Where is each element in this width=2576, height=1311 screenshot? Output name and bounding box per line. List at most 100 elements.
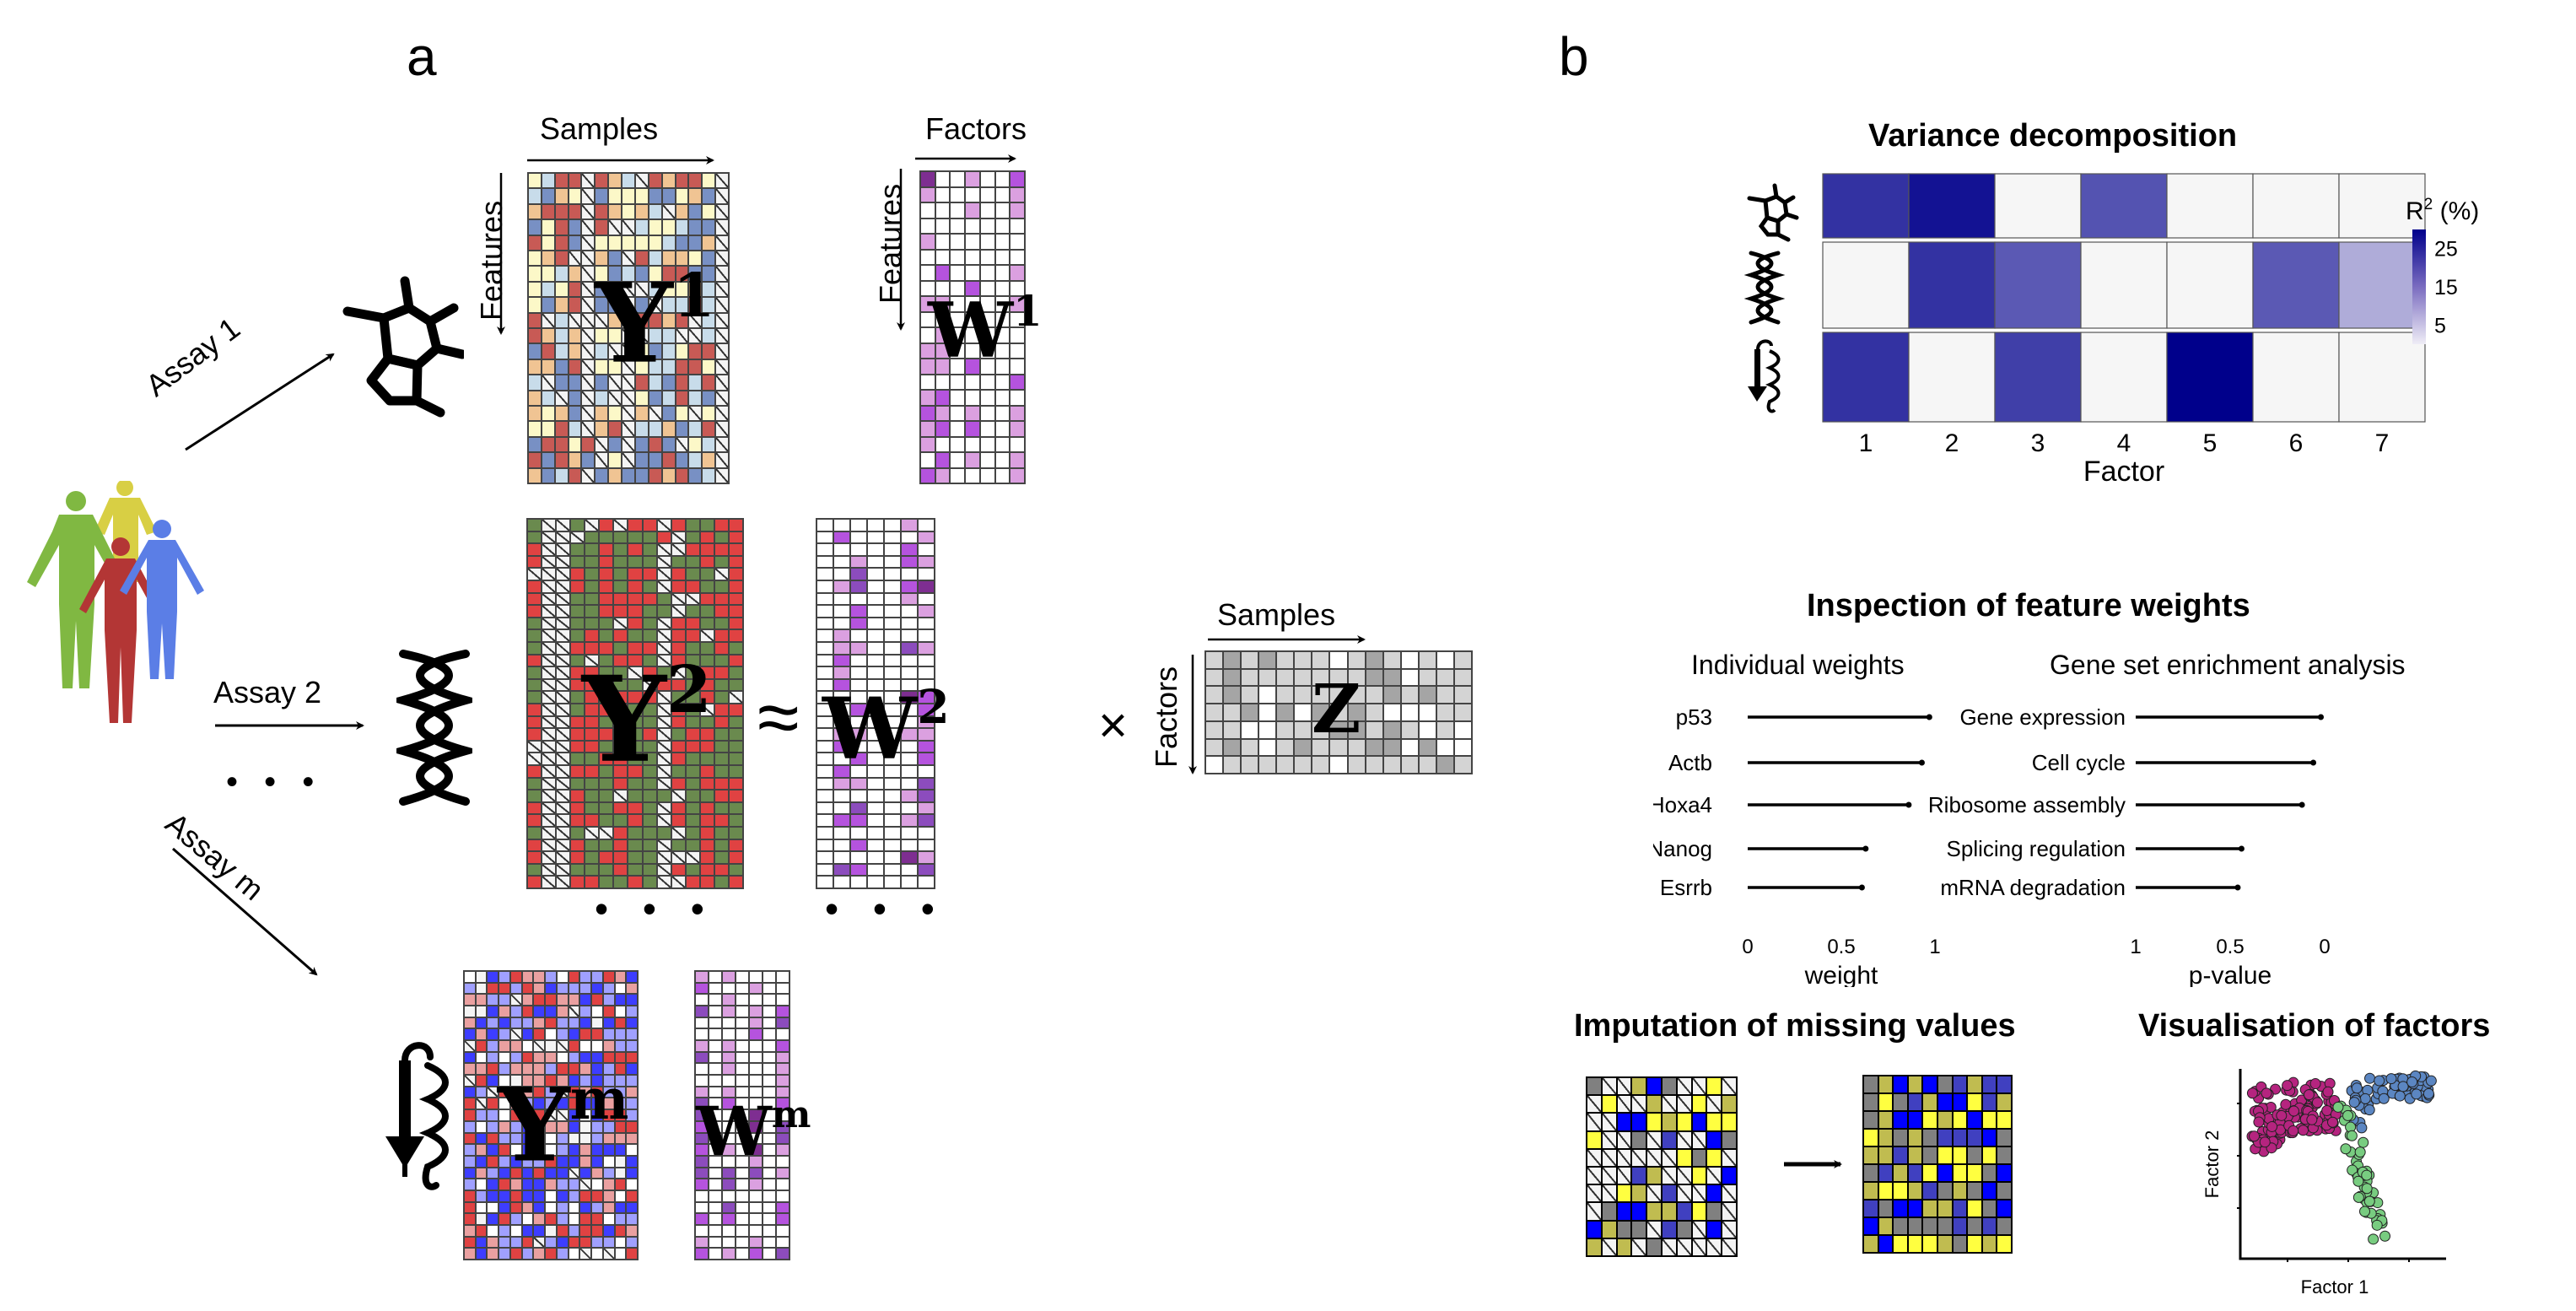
z-cell (1348, 669, 1365, 686)
imp1-cell (1617, 1131, 1631, 1149)
individual-weight-label: Actb (1668, 750, 1712, 775)
y1-cell (595, 235, 608, 250)
heatmap-xtick: 7 (2375, 429, 2390, 457)
ym-cell (488, 1249, 498, 1259)
wm-cell (696, 1098, 708, 1109)
w1-cell (966, 437, 979, 451)
w2-cell (902, 556, 917, 568)
w2-cell (851, 839, 866, 851)
y2-cell (528, 852, 542, 863)
w2-cell (834, 741, 849, 753)
wm-cell (777, 1225, 789, 1236)
imp2-cell (1908, 1183, 1922, 1199)
w2-cell (885, 593, 900, 605)
wm-cell (723, 1064, 735, 1075)
y2-cell (542, 606, 556, 617)
w1-cell (951, 437, 965, 451)
w2-cell (851, 556, 866, 568)
panel-b-label: b (1559, 26, 1589, 87)
y1-cell (676, 251, 688, 266)
ym-cell (615, 1145, 626, 1155)
y1-cell (622, 344, 634, 359)
ym-cell (522, 1076, 533, 1086)
ym-cell (546, 995, 556, 1006)
imp2-cell (1953, 1076, 1967, 1092)
w2-cell (851, 655, 866, 666)
y1-cell (716, 468, 728, 483)
y2-cell (714, 802, 728, 814)
ym-cell (592, 1133, 602, 1144)
y2-cell (614, 790, 628, 801)
imputation-arrow (1784, 1160, 1842, 1168)
z-cell (1401, 652, 1418, 668)
y1-cell (569, 406, 581, 421)
z-cell (1366, 721, 1382, 738)
ym-cell (580, 1076, 591, 1086)
imp2-cell (1864, 1236, 1878, 1252)
y2-cell (643, 729, 656, 740)
y1-cell (649, 422, 661, 436)
z-factors-arrow (1188, 655, 1197, 774)
y2-cell (585, 520, 599, 531)
y1-cell (542, 267, 554, 281)
y2-cell (714, 839, 728, 851)
y1-cell (595, 282, 608, 297)
w1-cell (995, 453, 1010, 467)
dna-helix-icon (396, 650, 472, 806)
imp2-cell (1997, 1200, 2011, 1217)
z-cell (1330, 669, 1347, 686)
w1-cell (980, 328, 994, 343)
y2-cell (600, 852, 613, 863)
ym-cell (546, 1168, 556, 1179)
ym-cell (465, 1214, 475, 1224)
ym-cell (592, 1249, 602, 1259)
y2-cell (657, 655, 671, 666)
w2-cell (851, 581, 866, 592)
y1-cell (542, 453, 554, 467)
y2-cell (628, 778, 642, 790)
imp2-cell (1923, 1130, 1937, 1146)
w1-cell (995, 343, 1010, 358)
y2-cell (585, 716, 599, 728)
y2-cell (557, 643, 570, 654)
y1-cell (716, 328, 728, 343)
ym-cell (534, 1098, 545, 1109)
wm-cell (750, 1179, 762, 1190)
w1-cell (951, 312, 965, 326)
wm-cell (777, 1098, 789, 1109)
y2-cell (700, 655, 714, 666)
y2-cell (628, 716, 642, 728)
y1-cell (703, 391, 715, 405)
y2-cell (585, 766, 599, 777)
wm-cell (777, 1052, 789, 1063)
wm-cell (736, 1225, 748, 1236)
z-cell (1366, 687, 1382, 704)
y1-cell (582, 468, 595, 483)
scatter-point (2411, 1088, 2422, 1100)
y1-cell (582, 235, 595, 251)
w1-cell (995, 406, 1010, 420)
w1-cell (951, 406, 965, 420)
w1-cell (921, 391, 935, 405)
imp2-cell (1923, 1076, 1937, 1092)
y2-cell (643, 544, 656, 555)
ym-cell (499, 1225, 509, 1236)
w1-cell (921, 172, 935, 186)
y2-cell (628, 667, 642, 678)
w1-cell (966, 235, 979, 249)
ym-cell (592, 1145, 602, 1155)
y2-cell (643, 655, 656, 666)
imp1-cell (1587, 1168, 1601, 1184)
w2-cell (868, 802, 883, 814)
y2-cell (700, 569, 714, 580)
ym-cell (603, 1145, 614, 1155)
y2-cell (700, 778, 714, 790)
w2-cell (817, 741, 833, 753)
w1-cell (966, 172, 979, 186)
individual-weights-title: Individual weights (1691, 650, 1905, 680)
w2-cell (902, 839, 917, 851)
ym-cell (476, 1237, 487, 1248)
y2-cell (614, 729, 628, 740)
ym-cell (569, 1006, 579, 1017)
w2-cell (885, 839, 900, 851)
